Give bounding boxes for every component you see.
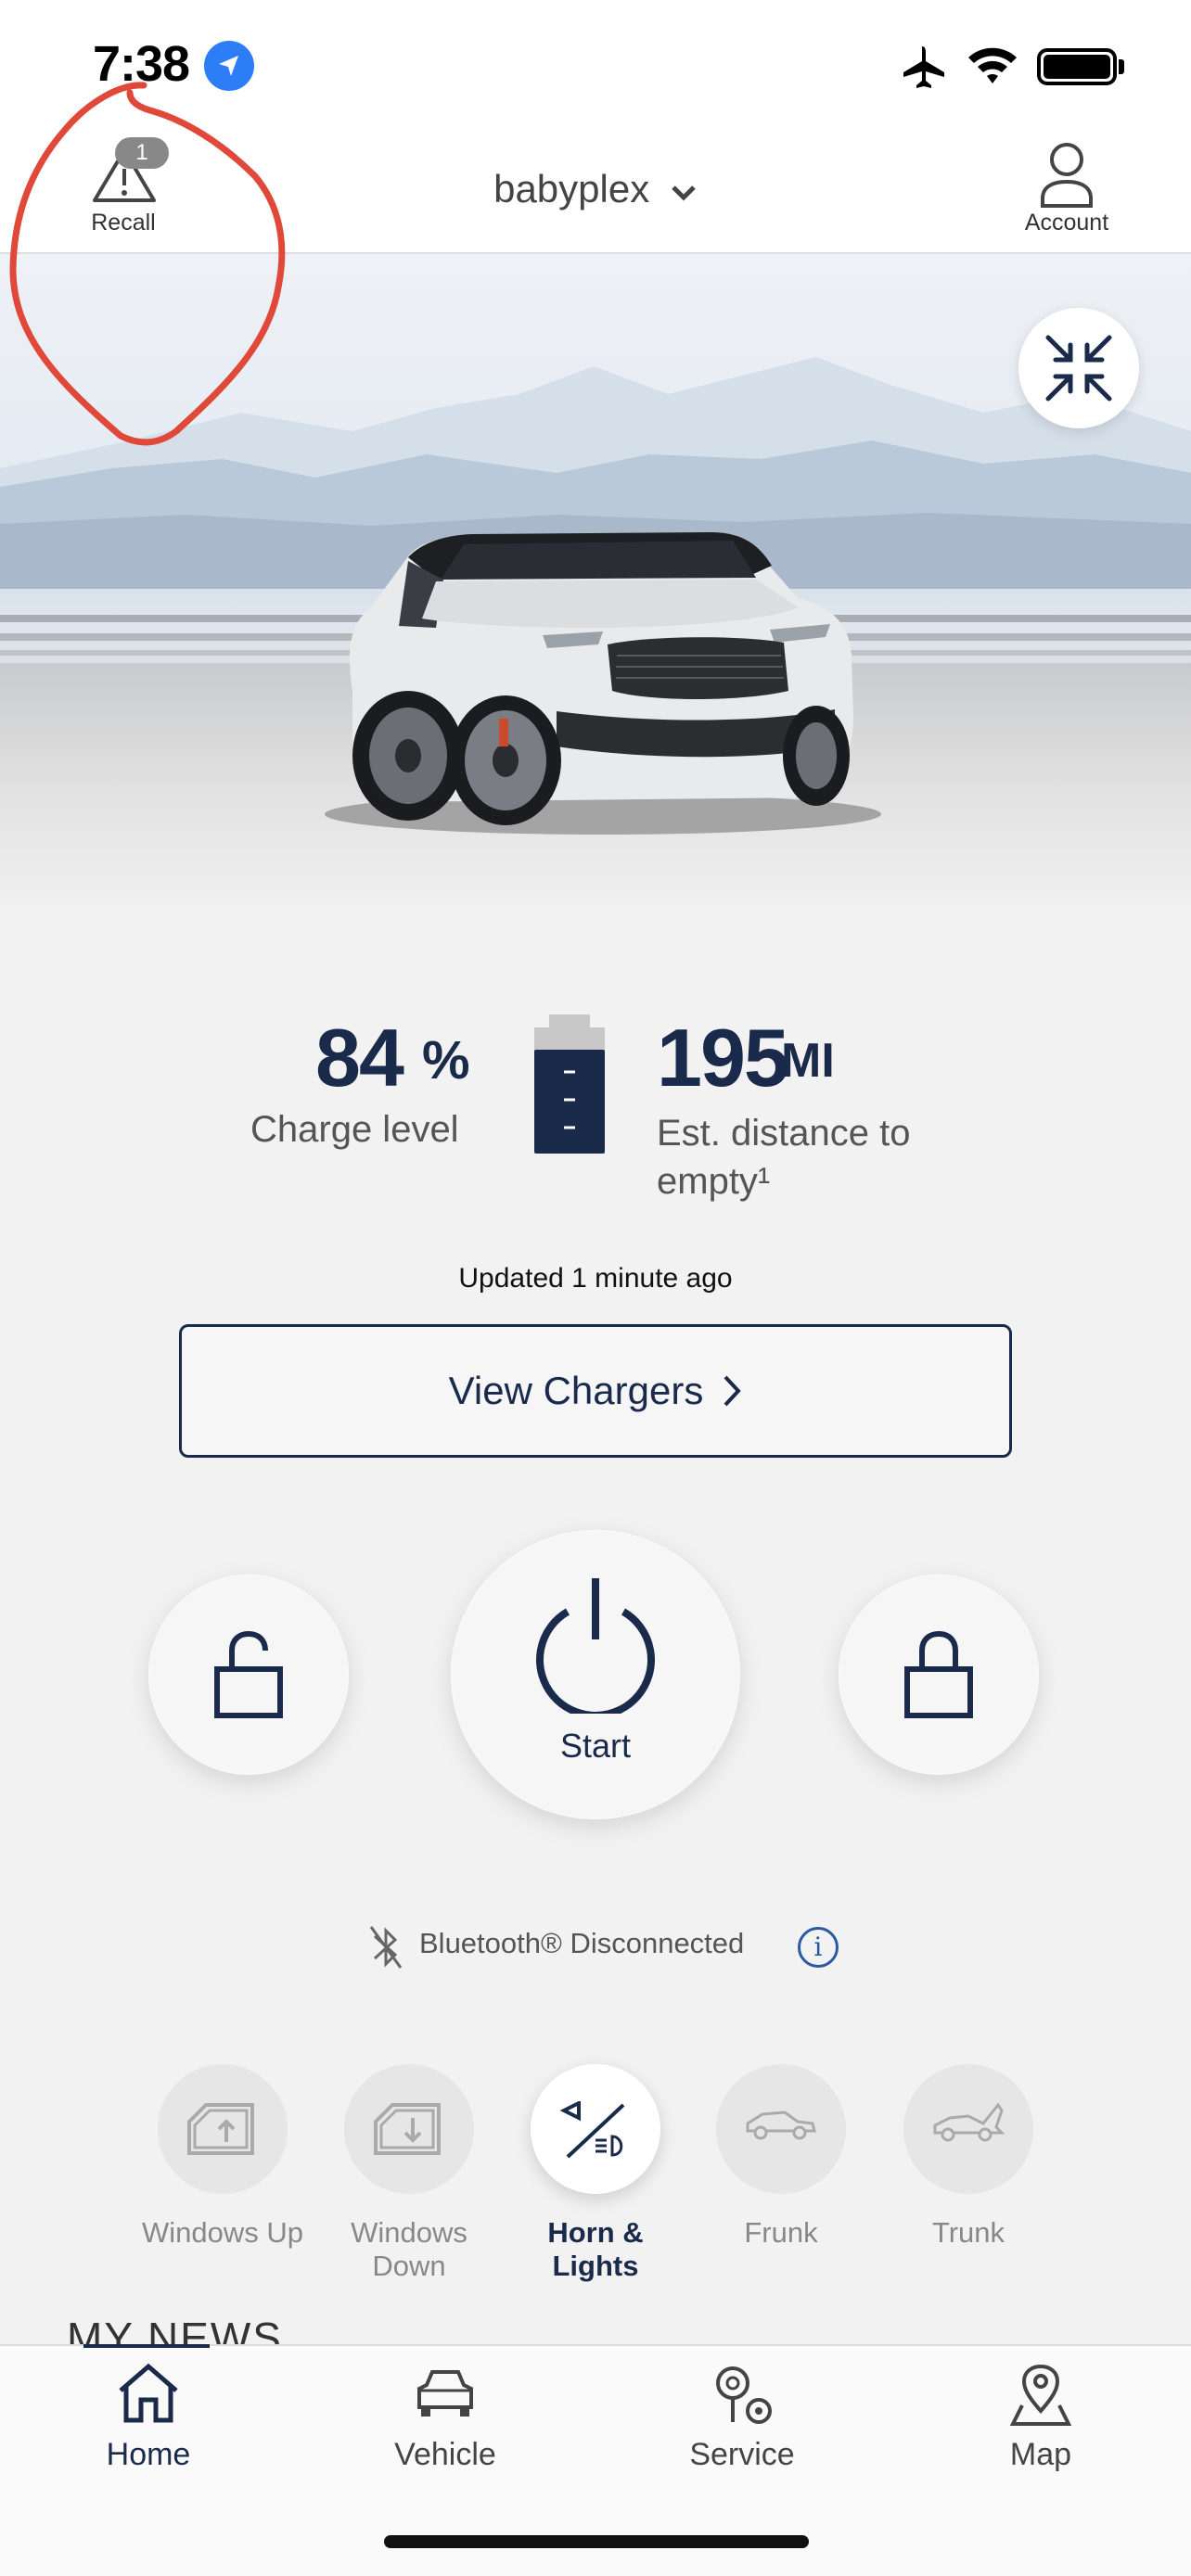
range-value: 195 [657, 1012, 789, 1103]
battery-status-icon [1037, 48, 1117, 85]
view-chargers-button[interactable]: View Chargers [179, 1324, 1012, 1458]
range-label: Est. distance to empty¹ [657, 1113, 911, 1202]
windows-up-button[interactable] [158, 2064, 288, 2194]
lock-icon [904, 1630, 973, 1718]
view-chargers-label: View Chargers [448, 1369, 704, 1412]
updated-timestamp: Updated 1 minute ago [458, 1263, 733, 1294]
unlock-button[interactable] [148, 1575, 349, 1775]
charge-level-unit: % [422, 1030, 470, 1090]
window-up-icon [187, 2103, 254, 2155]
nav-home[interactable]: Home [56, 2363, 241, 2474]
remote-start-button[interactable]: Start [451, 1530, 740, 1819]
windows-down-label: Windows Down [351, 2216, 467, 2282]
collapse-view-button[interactable] [1018, 308, 1139, 428]
lock-button[interactable] [839, 1575, 1039, 1775]
chevron-down-icon [672, 185, 696, 201]
info-icon[interactable]: i [798, 1927, 839, 1968]
nav-map[interactable]: Map [948, 2363, 1133, 2474]
chevron-right-icon [724, 1375, 742, 1407]
windows-up-label: Windows Up [142, 2216, 303, 2249]
home-icon [119, 2363, 178, 2423]
map-pin-icon [1009, 2364, 1072, 2426]
nav-home-label: Home [106, 2437, 191, 2472]
battery-level-icon [534, 1014, 605, 1154]
nav-vehicle-label: Vehicle [394, 2437, 496, 2472]
account-icon [1041, 143, 1093, 208]
window-down-icon [374, 2103, 441, 2155]
trunk-button[interactable] [903, 2064, 1033, 2194]
home-indicator [384, 2535, 809, 2548]
frunk-icon [746, 2111, 816, 2140]
nav-service-label: Service [689, 2437, 795, 2472]
news-underline [83, 2344, 210, 2348]
vehicle-hero-image [0, 255, 1191, 923]
trunk-label: Trunk [931, 2216, 1005, 2249]
horn-lights-button[interactable] [531, 2064, 660, 2194]
bluetooth-status: Bluetooth® Disconnected [419, 1927, 745, 1959]
vehicle-name: babyplex [493, 167, 650, 210]
charge-level-label: Charge level [250, 1109, 459, 1150]
horn-lights-icon [559, 2101, 625, 2159]
nav-map-label: Map [1009, 2437, 1072, 2472]
bluetooth-off-icon [369, 1926, 403, 1969]
frunk-label: Frunk [744, 2216, 818, 2249]
windows-down-button[interactable] [344, 2064, 474, 2194]
vehicle-selector[interactable]: babyplex [445, 167, 746, 211]
horn-lights-label: Horn & Lights [547, 2216, 644, 2282]
service-icon [716, 2366, 772, 2424]
car-icon [417, 2370, 473, 2417]
nav-vehicle[interactable]: Vehicle [352, 2363, 538, 2474]
news-heading: MY NEWS [67, 2314, 283, 2344]
airplane-mode-icon [900, 45, 948, 94]
start-label: Start [559, 1727, 632, 1765]
charge-level-value: 84 [315, 1012, 404, 1103]
status-time: 7:38 [93, 36, 190, 92]
trunk-icon [933, 2102, 1005, 2142]
power-icon [536, 1578, 655, 1714]
wifi-icon [967, 45, 1018, 90]
unlock-icon [214, 1630, 283, 1718]
account-label: Account [1024, 210, 1109, 236]
range-unit: MI [781, 1034, 835, 1088]
battery-nub [1119, 59, 1124, 74]
nav-service[interactable]: Service [649, 2363, 835, 2474]
recall-label: Recall [91, 210, 156, 236]
frunk-button[interactable] [716, 2064, 846, 2194]
location-icon [204, 41, 254, 91]
recall-count-badge: 1 [115, 137, 169, 169]
collapse-arrows-icon [1045, 335, 1112, 402]
